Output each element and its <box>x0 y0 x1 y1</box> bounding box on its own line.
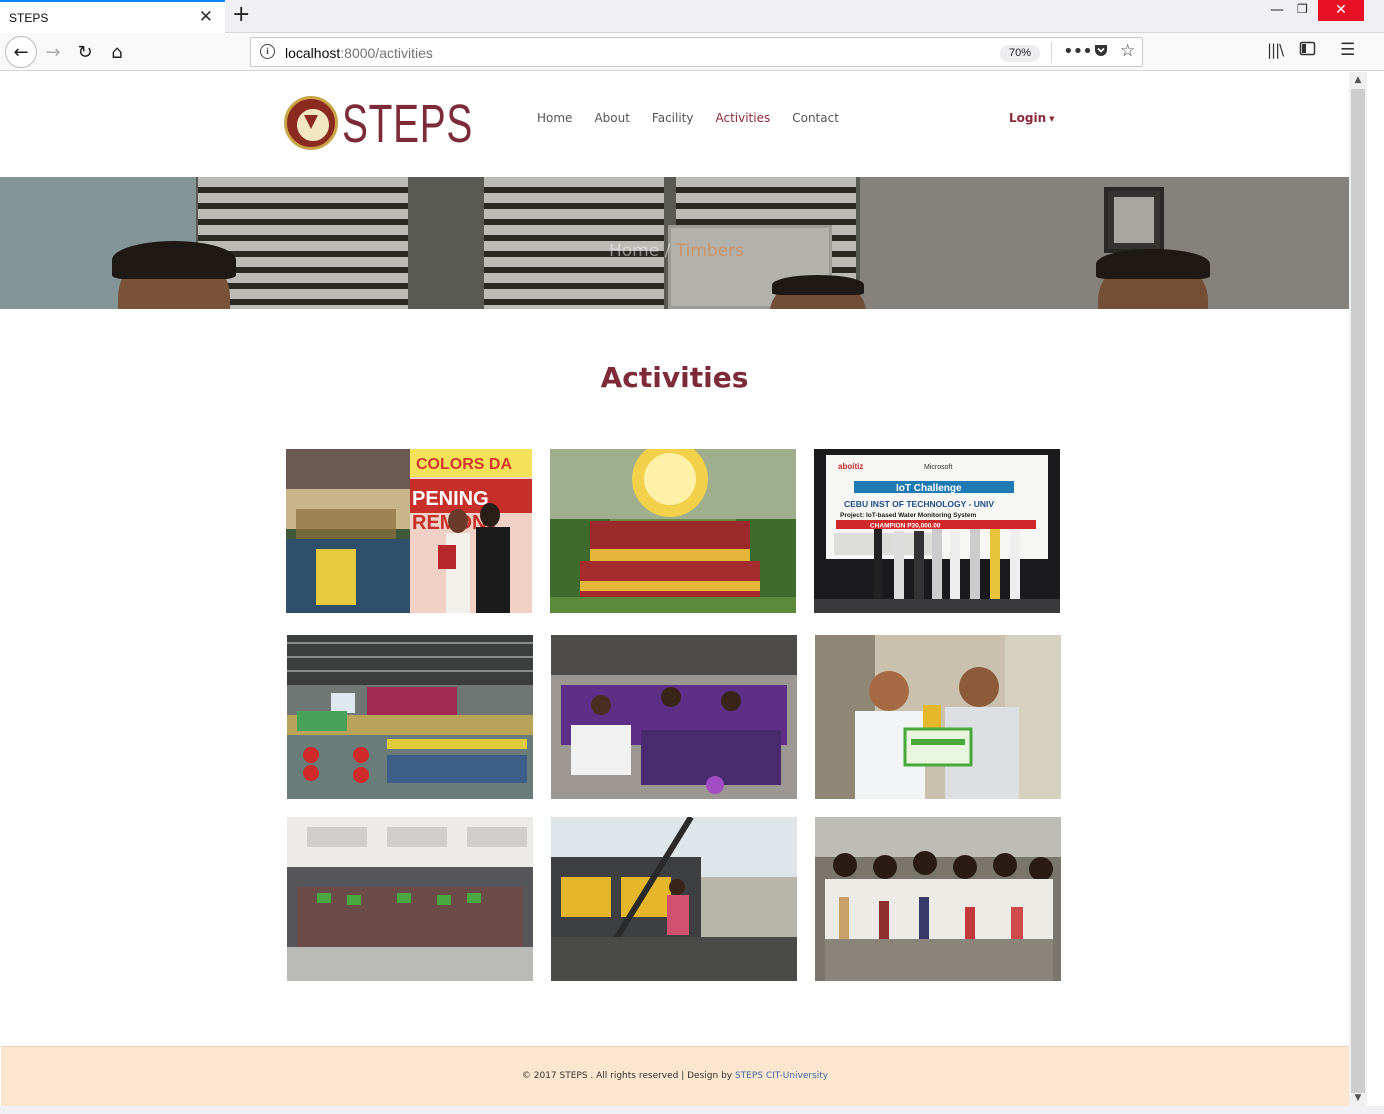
breadcrumb: Home / Timbers <box>609 241 744 261</box>
footer-text: © 2017 STEPS . All rights reserved | Des… <box>1 1071 1349 1081</box>
site-info-icon[interactable]: i <box>260 44 275 59</box>
sidebar-icon[interactable] <box>1299 40 1316 61</box>
new-tab-icon[interactable]: + <box>232 4 250 26</box>
gallery-photo[interactable] <box>551 635 797 799</box>
photo3-caption-1: IoT Challenge <box>896 483 962 494</box>
url-text[interactable]: localhost:8000/activities <box>285 45 433 61</box>
home-icon[interactable]: ⌂ <box>102 37 132 67</box>
site-logo-text[interactable]: STEPS <box>342 96 473 152</box>
gallery-photo[interactable] <box>550 449 796 613</box>
gallery-photo[interactable] <box>815 635 1061 799</box>
reload-icon[interactable]: ↻ <box>70 37 100 67</box>
svg-text:Microsoft: Microsoft <box>924 464 952 471</box>
login-dropdown[interactable]: Login ▼ <box>1009 111 1055 125</box>
restore-icon[interactable]: ❐ <box>1297 2 1308 16</box>
footer-copyright: © 2017 STEPS . All rights reserved | Des… <box>521 1071 735 1081</box>
university-seal-logo[interactable] <box>284 96 338 150</box>
back-arrow-icon[interactable]: ← <box>5 36 37 68</box>
forward-arrow-icon[interactable]: → <box>38 37 68 67</box>
close-tab-icon[interactable]: ✕ <box>199 8 213 26</box>
gallery-photo[interactable] <box>287 817 533 981</box>
web-page: STEPS Home About Facility Activities Con… <box>0 72 1349 1106</box>
photo1-caption-1: COLORS DA <box>416 456 512 473</box>
zoom-indicator[interactable]: 70% <box>1000 45 1040 62</box>
gallery-photo[interactable] <box>815 817 1061 981</box>
nav-contact[interactable]: Contact <box>792 111 839 125</box>
page-actions-icon[interactable]: ••• <box>1063 41 1093 62</box>
menu-hamburger-icon[interactable]: ☰ <box>1340 40 1355 60</box>
scroll-thumb[interactable] <box>1351 89 1365 1093</box>
browser-tab-bar: STEPS ✕ + — ❐ ✕ <box>0 0 1384 33</box>
breadcrumb-separator: / <box>659 241 676 261</box>
nav-about[interactable]: About <box>594 111 629 125</box>
minimize-icon[interactable]: — <box>1270 2 1284 18</box>
photo3-caption-3: Project: IoT-based Water Monitoring Syst… <box>840 512 976 519</box>
nav-activities[interactable]: Activities <box>715 111 770 125</box>
site-nav: Home About Facility Activities Contact <box>537 111 861 125</box>
gallery-photo[interactable]: aboitiz Microsoft IoT Challenge CEBU INS… <box>814 449 1060 613</box>
gallery-photo[interactable]: COLORS DA PENING REMONY <box>286 449 532 613</box>
breadcrumb-current: Timbers <box>675 241 744 261</box>
browser-toolbar: ← → ↻ ⌂ i localhost:8000/activities 70% … <box>0 33 1384 71</box>
site-footer: © 2017 STEPS . All rights reserved | Des… <box>1 1046 1349 1106</box>
breadcrumb-home[interactable]: Home <box>609 241 659 261</box>
page-title: Activities <box>600 361 749 394</box>
page-scrollbar[interactable]: ▲ ▼ <box>1349 72 1367 1106</box>
gallery-photo[interactable] <box>287 635 533 799</box>
window-bottom-edge <box>0 1106 1384 1114</box>
url-bar[interactable]: i localhost:8000/activities 70% ••• ☆ <box>250 37 1143 67</box>
scroll-down-icon[interactable]: ▼ <box>1349 1090 1367 1106</box>
url-path: :8000/activities <box>340 45 433 61</box>
bookmark-star-icon[interactable]: ☆ <box>1120 41 1135 61</box>
tab-title: STEPS <box>9 10 49 25</box>
login-label: Login <box>1009 111 1047 125</box>
window-close-icon[interactable]: ✕ <box>1318 0 1364 21</box>
footer-design-link[interactable]: STEPS CIT-University <box>735 1071 828 1081</box>
scroll-up-icon[interactable]: ▲ <box>1349 72 1367 88</box>
nav-home[interactable]: Home <box>537 111 572 125</box>
url-separator <box>1051 42 1052 63</box>
photo3-caption-4: CHAMPION P30,000.00 <box>870 523 941 530</box>
caret-down-icon: ▼ <box>1049 114 1055 123</box>
site-header: STEPS Home About Facility Activities Con… <box>0 72 1349 177</box>
nav-facility[interactable]: Facility <box>652 111 694 125</box>
gallery-photo[interactable] <box>551 817 797 981</box>
pocket-icon[interactable] <box>1093 42 1109 62</box>
photo1-caption-2: PENING <box>412 488 489 510</box>
library-icon[interactable]: |||\ <box>1267 41 1284 59</box>
svg-text:aboitiz: aboitiz <box>838 462 863 471</box>
browser-tab[interactable]: STEPS ✕ <box>0 0 225 33</box>
photo3-caption-2: CEBU INST OF TECHNOLOGY - UNIV <box>844 499 994 509</box>
hero-banner: Home / Timbers <box>0 177 1349 309</box>
url-host: localhost <box>285 45 341 61</box>
